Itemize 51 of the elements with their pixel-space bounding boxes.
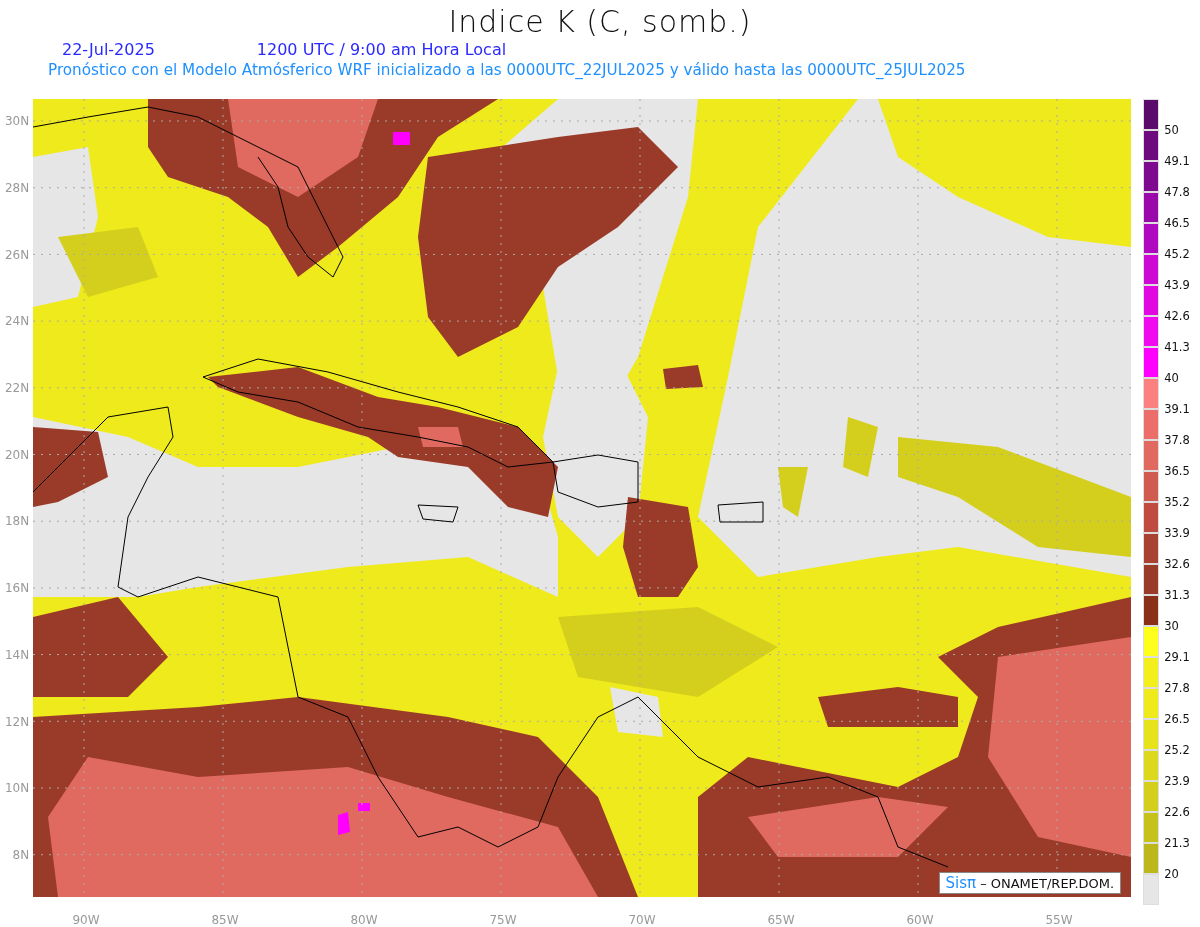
latitude-label: 26N: [4, 247, 30, 262]
legend-label: 37.8: [1164, 433, 1190, 447]
date-text: 22-Jul-2025: [62, 40, 155, 60]
legend-label: 39.1: [1164, 402, 1190, 416]
time-text: 1200 UTC / 9:00 am Hora Local: [256, 40, 507, 60]
legend-label: 33.9: [1164, 526, 1190, 540]
longitude-label: 75W: [489, 913, 517, 927]
legend-label: 29.1: [1164, 650, 1190, 664]
legend-label: 46.5: [1164, 216, 1190, 230]
longitude-label: 85W: [211, 913, 239, 927]
legend-label: 27.8: [1164, 681, 1190, 695]
legend-label: 25.2: [1164, 743, 1190, 757]
legend-label: 49.1: [1164, 154, 1190, 168]
latitude-label: 8N: [12, 847, 30, 862]
latitude-label: 24N: [4, 314, 30, 329]
latitude-label: 18N: [4, 514, 30, 529]
longitude-label: 90W: [72, 913, 100, 927]
latitude-label: 16N: [4, 581, 30, 596]
credit-text: – ONAMET/REP.DOM.: [980, 875, 1115, 891]
latitude-label: 28N: [4, 181, 30, 196]
legend-label: 22.6: [1164, 805, 1190, 819]
chart-title: Indice K (C, somb.): [447, 3, 753, 40]
legend-label: 20: [1164, 867, 1179, 881]
brand-logo-text: Sisπ: [945, 874, 977, 892]
longitude-label: 80W: [350, 913, 378, 927]
longitude-label: 55W: [1045, 913, 1073, 927]
latitude-label: 14N: [4, 647, 30, 662]
legend-label: 47.8: [1164, 185, 1190, 199]
legend-label: 30: [1164, 619, 1179, 633]
legend-label: 45.2: [1164, 247, 1190, 261]
longitude-label: 70W: [628, 913, 656, 927]
latitude-label: 12N: [4, 714, 30, 729]
forecast-description: Pronóstico con el Modelo Atmósferico WRF inicializado a las 0000UTC_22JUL2025 y válido hasta las 0000UTC_25JUL2025: [48, 61, 966, 79]
legend-label: 26.5: [1164, 712, 1190, 726]
legend-label: 21.3: [1164, 836, 1190, 850]
longitude-label: 60W: [906, 913, 934, 927]
legend-label: 32.6: [1164, 557, 1190, 571]
legend-label: 40: [1164, 371, 1179, 385]
legend-label: 42.6: [1164, 309, 1190, 323]
legend-label: 41.3: [1164, 340, 1190, 354]
latitude-label: 30N: [4, 114, 30, 129]
legend-label: 43.9: [1164, 278, 1190, 292]
legend-label: 35.2: [1164, 495, 1190, 509]
latitude-label: 22N: [4, 381, 30, 396]
legend-label: 31.3: [1164, 588, 1190, 602]
legend-label: 36.5: [1164, 464, 1190, 478]
legend-label: 23.9: [1164, 774, 1190, 788]
latitude-label: 20N: [4, 447, 30, 462]
longitude-label: 65W: [767, 913, 795, 927]
latitude-label: 10N: [4, 781, 30, 796]
legend-label: 50: [1164, 123, 1179, 137]
